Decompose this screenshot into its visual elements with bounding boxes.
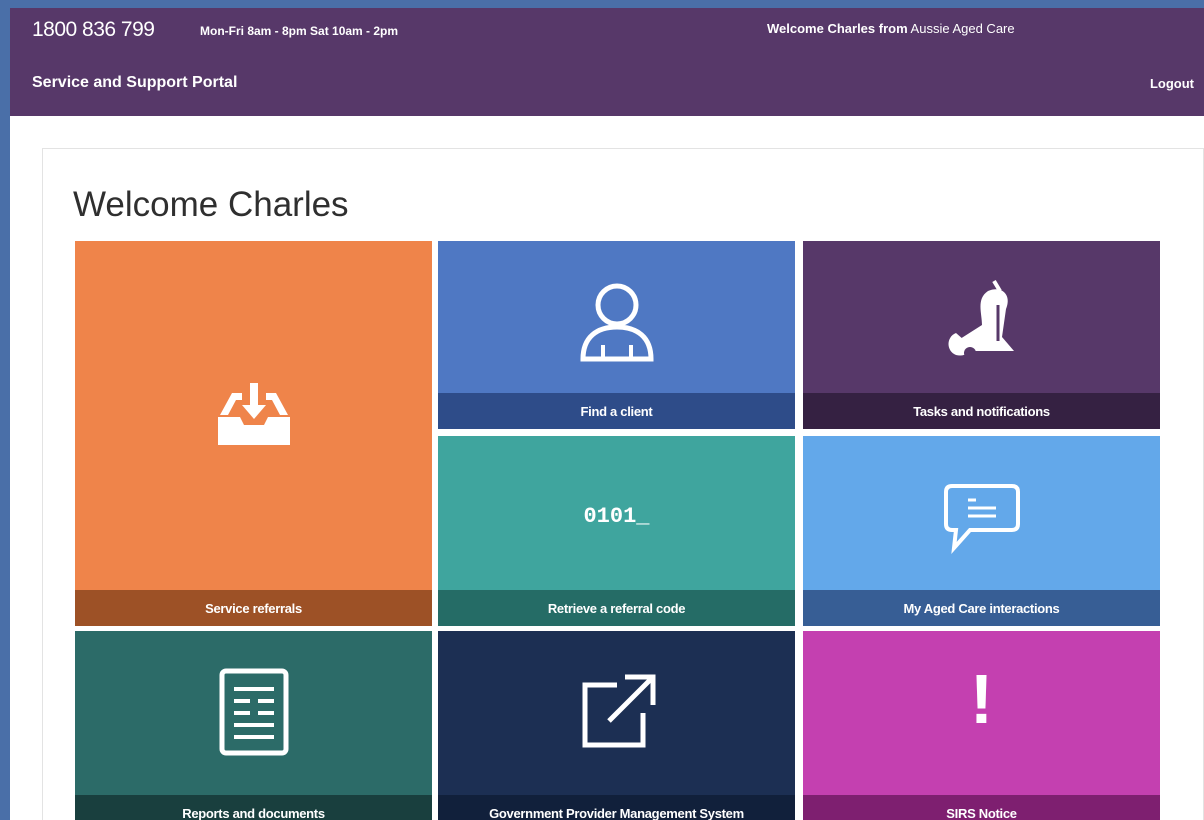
tile-tasks-notifications[interactable]: Tasks and notifications (803, 241, 1160, 429)
portal-title: Service and Support Portal (32, 74, 238, 91)
tile-gpms[interactable]: Government Provider Management System (438, 631, 795, 820)
exclamation-icon: ! (803, 659, 1160, 739)
code-icon: 0101_ (438, 504, 795, 529)
top-bar: 1800 836 799 Mon-Fri 8am - 8pm Sat 10am … (10, 8, 1204, 116)
external-link-icon (438, 671, 795, 756)
phone-number: 1800 836 799 (32, 18, 155, 41)
tile-retrieve-referral-code[interactable]: 0101_ Retrieve a referral code (438, 436, 795, 626)
opening-hours: Mon-Fri 8am - 8pm Sat 10am - 2pm (200, 24, 399, 38)
tile-label: Government Provider Management System (438, 795, 795, 820)
chat-icon (803, 482, 1160, 561)
welcome-message: Welcome Charles from Aussie Aged Care (767, 21, 1015, 36)
tile-label: Tasks and notifications (803, 393, 1160, 429)
tile-label: Find a client (438, 393, 795, 429)
inbox-download-icon (75, 381, 432, 456)
welcome-prefix: Welcome Charles from (767, 21, 908, 36)
exclamation-icon-text: ! (969, 660, 994, 738)
tile-find-client[interactable]: Find a client (438, 241, 795, 429)
organisation-name: Aussie Aged Care (910, 21, 1015, 36)
logout-link[interactable]: Logout (1150, 76, 1194, 91)
tile-my-aged-care-interactions[interactable]: My Aged Care interactions (803, 436, 1160, 626)
tile-label: SIRS Notice (803, 795, 1160, 820)
user-icon (438, 281, 795, 368)
code-icon-text: 0101_ (583, 504, 650, 529)
tile-label: Reports and documents (75, 795, 432, 820)
bell-icon (803, 277, 1160, 372)
document-icon (75, 667, 432, 762)
dashboard-card: Welcome Charles Service referrals Find a… (42, 148, 1204, 820)
portal-window: 1800 836 799 Mon-Fri 8am - 8pm Sat 10am … (10, 8, 1204, 820)
page-title: Welcome Charles (73, 185, 349, 224)
tile-service-referrals[interactable]: Service referrals (75, 241, 432, 626)
tile-sirs-notice[interactable]: ! SIRS Notice (803, 631, 1160, 820)
tile-label: My Aged Care interactions (803, 590, 1160, 626)
tile-label: Service referrals (75, 590, 432, 626)
tile-label: Retrieve a referral code (438, 590, 795, 626)
tile-reports-documents[interactable]: Reports and documents (75, 631, 432, 820)
